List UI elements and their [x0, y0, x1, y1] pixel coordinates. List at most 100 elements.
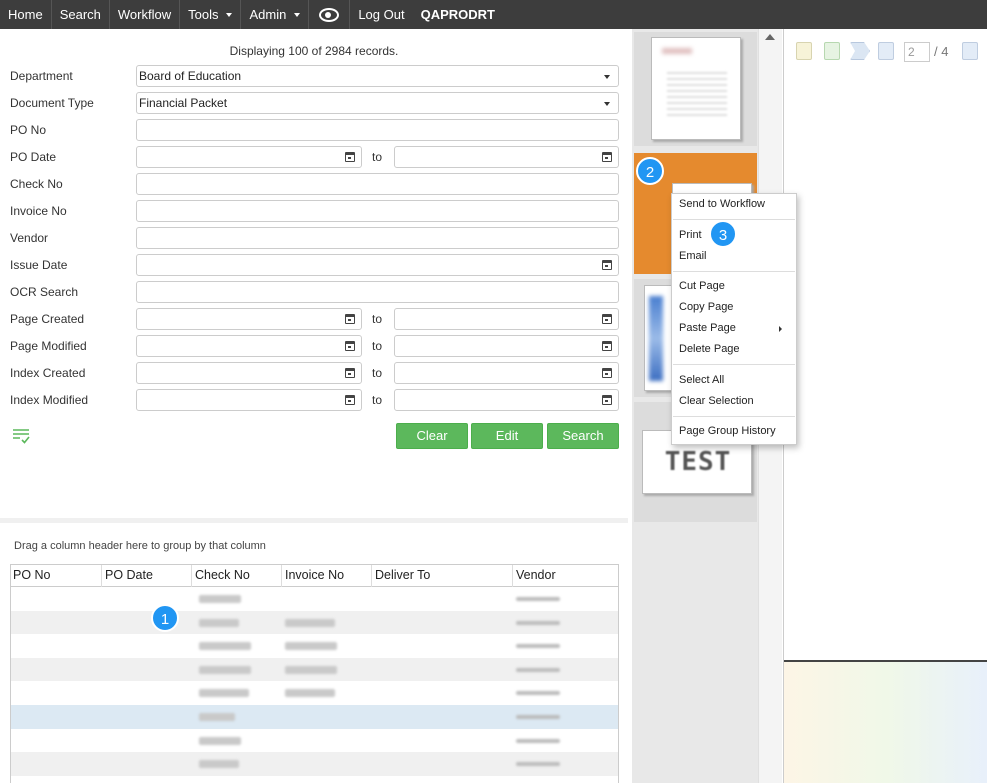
next-page-icon[interactable] — [962, 42, 978, 60]
column-header-invoice-no[interactable]: Invoice No — [281, 565, 371, 587]
clear-button[interactable]: Clear — [396, 423, 468, 449]
table-row[interactable] — [11, 657, 618, 682]
nav-home[interactable]: Home — [0, 0, 52, 29]
insert-page-icon[interactable] — [824, 42, 840, 60]
index-created-from-input[interactable] — [136, 362, 362, 384]
nav-logout[interactable]: Log Out — [350, 0, 412, 29]
column-header-deliver-to[interactable]: Deliver To — [371, 565, 512, 587]
calendar-icon[interactable] — [345, 341, 355, 351]
chevron-down-icon — [604, 75, 610, 79]
panel-divider[interactable] — [0, 518, 628, 523]
page-modified-from-input[interactable] — [136, 335, 362, 357]
redacted-invoice-no — [285, 689, 335, 698]
calendar-icon[interactable] — [345, 368, 355, 378]
edit-button[interactable]: Edit — [471, 423, 543, 449]
document-viewer: 2 / 4 — [783, 29, 987, 783]
nav-eye-button[interactable] — [309, 0, 351, 29]
menu-item-send-to-workflow[interactable]: Send to Workflow — [679, 198, 765, 210]
forward-icon[interactable] — [850, 42, 870, 60]
calendar-icon[interactable] — [602, 152, 612, 162]
table-row[interactable] — [11, 634, 618, 658]
calendar-icon[interactable] — [602, 260, 612, 270]
department-value: Board of Education — [139, 69, 242, 83]
calendar-icon[interactable] — [602, 314, 612, 324]
redacted-check-no — [199, 760, 239, 769]
annotation-badge-1: 1 — [151, 604, 179, 632]
table-row[interactable] — [11, 610, 618, 635]
record-count: Displaying 100 of 2984 records. — [229, 44, 399, 58]
chevron-down-icon — [604, 102, 610, 106]
department-row: Department Board of Education — [10, 65, 620, 87]
column-header-po-date[interactable]: PO Date — [101, 565, 191, 587]
nav-search[interactable]: Search — [52, 0, 110, 29]
to-label: to — [372, 339, 383, 353]
column-header-po-no[interactable]: PO No — [11, 565, 100, 587]
invoice-no-input[interactable] — [136, 200, 619, 222]
index-modified-label: Index Modified — [10, 393, 89, 407]
page-modified-to-input[interactable] — [394, 335, 619, 357]
check-no-row: Check No — [10, 173, 620, 195]
new-page-icon[interactable] — [796, 42, 812, 60]
page-modified-label: Page Modified — [10, 339, 87, 353]
column-header-check-no[interactable]: Check No — [191, 565, 281, 587]
redacted-invoice-no — [285, 642, 337, 651]
menu-item-cut-page[interactable]: Cut Page — [679, 280, 725, 292]
index-created-to-input[interactable] — [394, 362, 619, 384]
page-created-to-input[interactable] — [394, 308, 619, 330]
table-row[interactable] — [11, 681, 618, 705]
calendar-icon[interactable] — [602, 341, 612, 351]
search-button[interactable]: Search — [547, 423, 619, 449]
redacted-invoice-no — [285, 665, 337, 674]
menu-item-print[interactable]: Print — [679, 229, 702, 241]
calendar-icon[interactable] — [345, 152, 355, 162]
menu-item-clear-selection[interactable]: Clear Selection — [679, 395, 754, 407]
table-row[interactable] — [11, 729, 618, 753]
menu-item-copy-page[interactable]: Copy Page — [679, 301, 733, 313]
po-date-from-input[interactable] — [136, 146, 362, 168]
page-created-from-input[interactable] — [136, 308, 362, 330]
page-thumbnail-1[interactable] — [634, 32, 757, 146]
column-header-vendor[interactable]: Vendor — [512, 565, 618, 587]
menu-item-page-group-history[interactable]: Page Group History — [679, 425, 776, 437]
menu-item-delete-page[interactable]: Delete Page — [679, 343, 740, 355]
index-modified-row: Index Modified to — [10, 389, 620, 411]
table-row[interactable] — [11, 752, 618, 776]
table-row[interactable] — [11, 587, 618, 611]
check-no-input[interactable] — [136, 173, 619, 195]
annotation-badge-2: 2 — [636, 157, 664, 185]
menu-item-email[interactable]: Email — [679, 250, 707, 262]
po-date-to-input[interactable] — [394, 146, 619, 168]
nav-tools[interactable]: Tools — [180, 0, 242, 29]
nav-workflow[interactable]: Workflow — [110, 0, 181, 29]
scroll-up-icon[interactable] — [765, 34, 775, 40]
department-select[interactable]: Board of Education — [136, 65, 619, 87]
nav-admin[interactable]: Admin — [241, 0, 310, 29]
table-row[interactable] — [11, 704, 618, 729]
results-grid: PO No PO Date Check No Invoice No Delive… — [10, 564, 619, 783]
department-label: Department — [10, 69, 73, 83]
calendar-icon[interactable] — [602, 368, 612, 378]
vendor-input[interactable] — [136, 227, 619, 249]
redacted-vendor — [516, 714, 560, 719]
menu-item-paste-page[interactable]: Paste Page — [679, 322, 791, 334]
grid-body — [11, 587, 618, 776]
document-type-value: Financial Packet — [139, 96, 228, 110]
issue-date-input[interactable] — [136, 254, 619, 276]
eye-icon — [319, 7, 340, 22]
page-down-icon[interactable] — [878, 42, 894, 60]
calendar-icon[interactable] — [345, 395, 355, 405]
calendar-icon[interactable] — [345, 314, 355, 324]
document-type-select[interactable]: Financial Packet — [136, 92, 619, 114]
ocr-search-input[interactable] — [136, 281, 619, 303]
chevron-down-icon — [294, 12, 301, 17]
menu-item-select-all[interactable]: Select All — [679, 374, 724, 386]
po-no-label: PO No — [10, 123, 47, 137]
filter-list-icon[interactable] — [12, 428, 31, 444]
calendar-icon[interactable] — [602, 395, 612, 405]
po-no-input[interactable] — [136, 119, 619, 141]
page-number-input[interactable]: 2 — [904, 42, 930, 62]
invoice-no-row: Invoice No — [10, 200, 620, 222]
index-modified-from-input[interactable] — [136, 389, 362, 411]
menu-divider — [673, 364, 795, 365]
index-modified-to-input[interactable] — [394, 389, 619, 411]
